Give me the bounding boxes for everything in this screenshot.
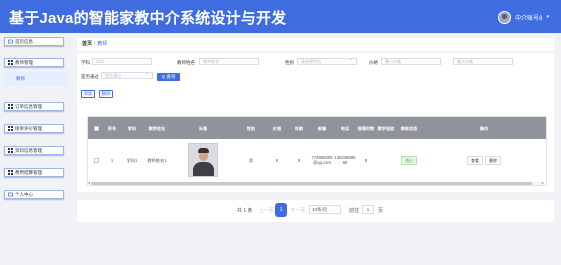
table-header: 序号 学科 教师姓名 头像 性别 价格 年龄 邮箱 电话 授课时数 教学经验 审…	[88, 117, 546, 139]
select-all-checkbox[interactable]	[93, 125, 99, 131]
column-header: 邮箱	[317, 125, 327, 131]
sidebar-item-reviews[interactable]: 接单评价管理	[4, 124, 64, 133]
row-checkbox[interactable]	[93, 157, 99, 163]
grid-icon	[8, 170, 13, 175]
sidebar-item-home[interactable]: 首页信息	[4, 37, 64, 46]
sidebar-item-teachers[interactable]: 教师管理	[4, 58, 64, 67]
column-header: 学科	[127, 125, 137, 131]
column-header: 头像	[198, 125, 208, 131]
teacher-name-label: 教师姓名	[177, 60, 195, 65]
gender-label: 性别	[285, 60, 294, 65]
cell-status: 通过	[396, 139, 422, 181]
cell-experience	[376, 139, 396, 181]
scrollbar-thumb[interactable]	[91, 182, 532, 185]
scroll-right-icon[interactable]: ▸	[542, 180, 544, 185]
column-header: 序号	[107, 125, 117, 131]
price-min-input[interactable]: 最小价格	[381, 58, 441, 65]
sidebar-item-label: 资料信息管理	[15, 147, 42, 153]
page-suffix: 页	[378, 208, 384, 214]
row-delete-button[interactable]: 删除	[485, 155, 501, 165]
status-badge: 通过	[401, 155, 417, 165]
page-number-current[interactable]: 1	[275, 203, 287, 217]
audit-select[interactable]: 是否通过	[101, 71, 153, 79]
column-header: 价格	[272, 125, 282, 131]
goto-label: 前往	[349, 208, 360, 214]
grid-icon	[8, 126, 13, 131]
sidebar-subitem-teacher[interactable]: 教师	[4, 72, 68, 86]
column-header: 电话	[340, 125, 350, 131]
goto-page-input[interactable]: 1	[362, 205, 374, 214]
cell-gender: 男	[248, 157, 254, 163]
pagination: 共 1 条 上一页 1 下一页 10条/页 前往 1 页	[77, 200, 554, 222]
breadcrumb: 首页 / 教师	[77, 38, 554, 51]
user-menu[interactable]: 中介账号8 ▾	[498, 10, 549, 24]
chevron-down-icon[interactable]: ▾	[546, 14, 549, 20]
select-all-cell	[88, 117, 104, 139]
column-header: 教学经验	[377, 125, 395, 131]
column-header: 操作	[479, 125, 489, 131]
row-checkbox-cell	[88, 139, 104, 181]
sidebar-item-settlement[interactable]: 费用结算管理	[4, 168, 64, 177]
cell-age: 8	[297, 157, 301, 163]
sidebar-item-label: 教师管理	[15, 59, 33, 65]
subject-input[interactable]: 学科	[92, 58, 152, 65]
grid-icon	[8, 60, 13, 65]
teacher-photo[interactable]	[188, 143, 218, 177]
grid-icon	[8, 148, 13, 153]
cell-phone: 13823888888	[334, 155, 356, 165]
horizontal-scrollbar[interactable]	[91, 182, 543, 185]
query-button[interactable]: Q 查询	[157, 73, 180, 81]
gender-select[interactable]: 请选择性别	[297, 57, 357, 65]
page-size-select[interactable]: 10条/页	[309, 205, 341, 214]
column-header: 授课时数	[357, 125, 375, 131]
cell-email: 773890006@qq.com	[311, 155, 333, 165]
breadcrumb-home[interactable]: 首页	[82, 41, 92, 47]
sidebar-item-materials[interactable]: 资料信息管理	[4, 146, 64, 155]
column-header: 教师姓名	[148, 125, 166, 131]
sidebar-item-profile[interactable]: 个人中心	[4, 190, 64, 199]
cell-subject: 学科1	[126, 157, 138, 163]
audit-label: 是否通过	[81, 74, 99, 79]
delete-button[interactable]: 删除	[99, 90, 113, 98]
price-label: 价格	[369, 60, 378, 65]
teacher-name-input[interactable]: 教师姓名	[199, 58, 259, 65]
column-header: 性别	[246, 125, 256, 131]
sidebar: 首页信息 教师管理 教师 订单信息管理 接单评价管理 资料信息管理 费用结算管理…	[0, 33, 76, 265]
cell-teacher-name: 教师姓名1	[147, 157, 167, 163]
cell-index: 1	[110, 157, 114, 163]
column-header: 年龄	[294, 125, 304, 131]
total-count: 共 1 条	[237, 208, 253, 214]
main-panel: 学科 学科 教师姓名 教师姓名 性别 请选择性别 价格 最小价格 最大价格 是否…	[77, 53, 554, 192]
teacher-table: 序号 学科 教师姓名 头像 性别 价格 年龄 邮箱 电话 授课时数 教学经验 审…	[87, 116, 547, 186]
sidebar-item-label: 接单评价管理	[15, 125, 42, 131]
sidebar-item-orders[interactable]: 订单信息管理	[4, 102, 64, 111]
sidebar-item-label: 首页信息	[15, 38, 33, 44]
cell-avatar	[170, 139, 236, 181]
view-button[interactable]: 查看	[467, 155, 483, 165]
add-button[interactable]: 添加	[81, 90, 95, 98]
subject-label: 学科	[81, 60, 90, 65]
breadcrumb-separator: /	[94, 41, 96, 47]
grid-icon	[8, 104, 13, 109]
price-max-input[interactable]: 最大价格	[453, 58, 513, 65]
next-page-button[interactable]: 下一页	[290, 207, 305, 214]
avatar[interactable]	[498, 10, 512, 24]
sidebar-item-label: 个人中心	[15, 191, 33, 197]
sidebar-item-label: 费用结算管理	[15, 169, 42, 175]
prev-page-button[interactable]: 上一页	[259, 207, 274, 214]
app-title: 基于Java的智能家教中介系统设计与开发	[9, 10, 287, 27]
user-name[interactable]: 中介账号8	[515, 13, 542, 22]
scroll-left-icon[interactable]: ◂	[88, 180, 90, 185]
user-icon	[8, 192, 13, 197]
cell-hours: 8	[364, 157, 368, 163]
cell-price: 8	[275, 157, 279, 163]
column-header: 审核状态	[400, 125, 418, 131]
breadcrumb-current: 教师	[97, 41, 108, 47]
cell-operations: 查看 删除	[422, 139, 546, 181]
sidebar-item-label: 订单信息管理	[15, 103, 42, 109]
top-bar: 基于Java的智能家教中介系统设计与开发 中介账号8 ▾	[0, 0, 561, 33]
home-icon	[8, 39, 13, 44]
